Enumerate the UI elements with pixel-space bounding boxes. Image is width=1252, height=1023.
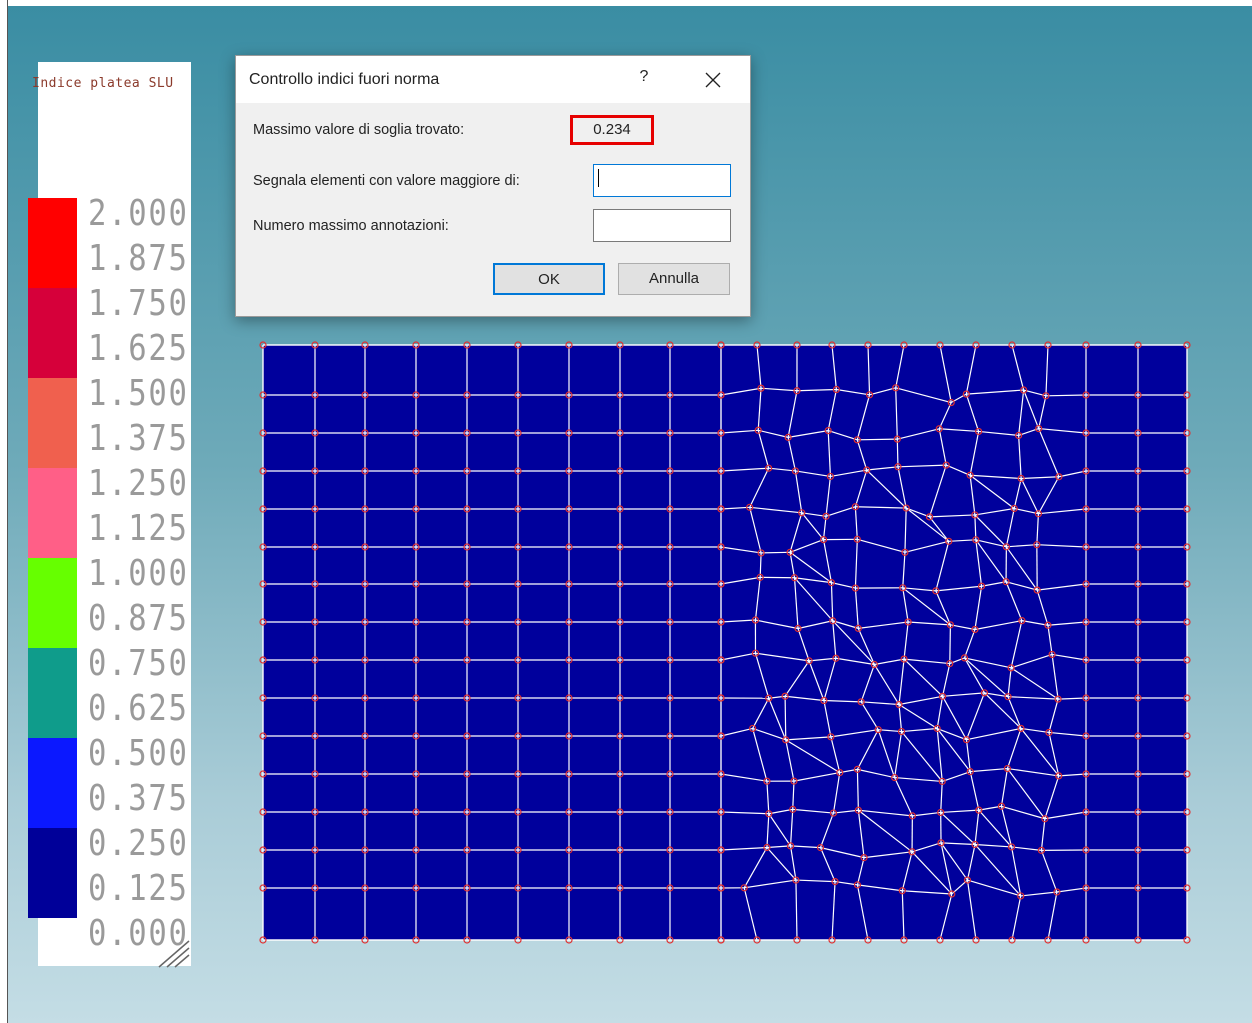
dialog-titlebar[interactable]: Controllo indici fuori norma ?: [236, 56, 750, 103]
legend-tick-label: 1.750: [88, 283, 189, 324]
mesh-edge: [784, 696, 787, 740]
max-annotations-input[interactable]: [593, 209, 731, 242]
legend-tick-label: 1.500: [88, 373, 189, 414]
flag-elements-label: Segnala elementi con valore maggiore di:: [253, 173, 520, 189]
max-threshold-value: 0.234: [570, 115, 654, 145]
dialog-title: Controllo indici fuori norma: [249, 71, 440, 88]
legend-band: [28, 468, 77, 558]
legend-band: [28, 738, 77, 828]
legend-tick-label: 1.625: [88, 328, 189, 369]
legend-tick-label: 1.250: [88, 463, 189, 504]
flag-threshold-input[interactable]: [593, 164, 731, 197]
legend-band: [28, 558, 77, 648]
legend-band: [28, 828, 77, 918]
mesh-edge: [949, 624, 952, 664]
legend-tick-label: 0.125: [88, 868, 189, 909]
mesh-edge: [1045, 394, 1087, 397]
legend-tick-label: 1.375: [88, 418, 189, 459]
legend-band: [28, 288, 77, 378]
legend-title: Indice platea SLU: [32, 76, 174, 91]
legend-tick-label: 2.000: [88, 193, 189, 234]
max-annotations-label: Numero massimo annotazioni:: [253, 218, 449, 234]
legend-tick-label: 1.875: [88, 238, 189, 279]
color-legend: Indice platea SLU 2.000 1.875 1.750 1.625 1.…: [28, 62, 191, 969]
cancel-button[interactable]: Annulla: [618, 263, 730, 295]
close-icon[interactable]: [702, 69, 724, 91]
legend-tick-label: 1.125: [88, 508, 189, 549]
text-caret: [598, 169, 599, 187]
legend-band: [28, 198, 77, 288]
legend-tick-label: 0.250: [88, 823, 189, 864]
legend-tick-label: 0.375: [88, 778, 189, 819]
legend-tick-label: 0.750: [88, 643, 189, 684]
help-button[interactable]: ?: [634, 68, 654, 90]
resize-grip-icon[interactable]: [155, 939, 191, 969]
mesh-edge: [896, 439, 899, 467]
ok-button[interactable]: OK: [493, 263, 605, 295]
legend-band: [28, 648, 77, 738]
legend-band: [28, 378, 77, 468]
mesh-edge: [761, 551, 791, 554]
legend-tick-label: 0.875: [88, 598, 189, 639]
threshold-check-dialog: Controllo indici fuori norma ? Massimo v…: [235, 55, 751, 317]
legend-tick-label: 0.625: [88, 688, 189, 729]
legend-tick-label: 1.000: [88, 553, 189, 594]
legend-tick-label: 0.500: [88, 733, 189, 774]
max-threshold-label: Massimo valore di soglia trovato:: [253, 122, 465, 138]
mesh-edge: [857, 438, 898, 441]
